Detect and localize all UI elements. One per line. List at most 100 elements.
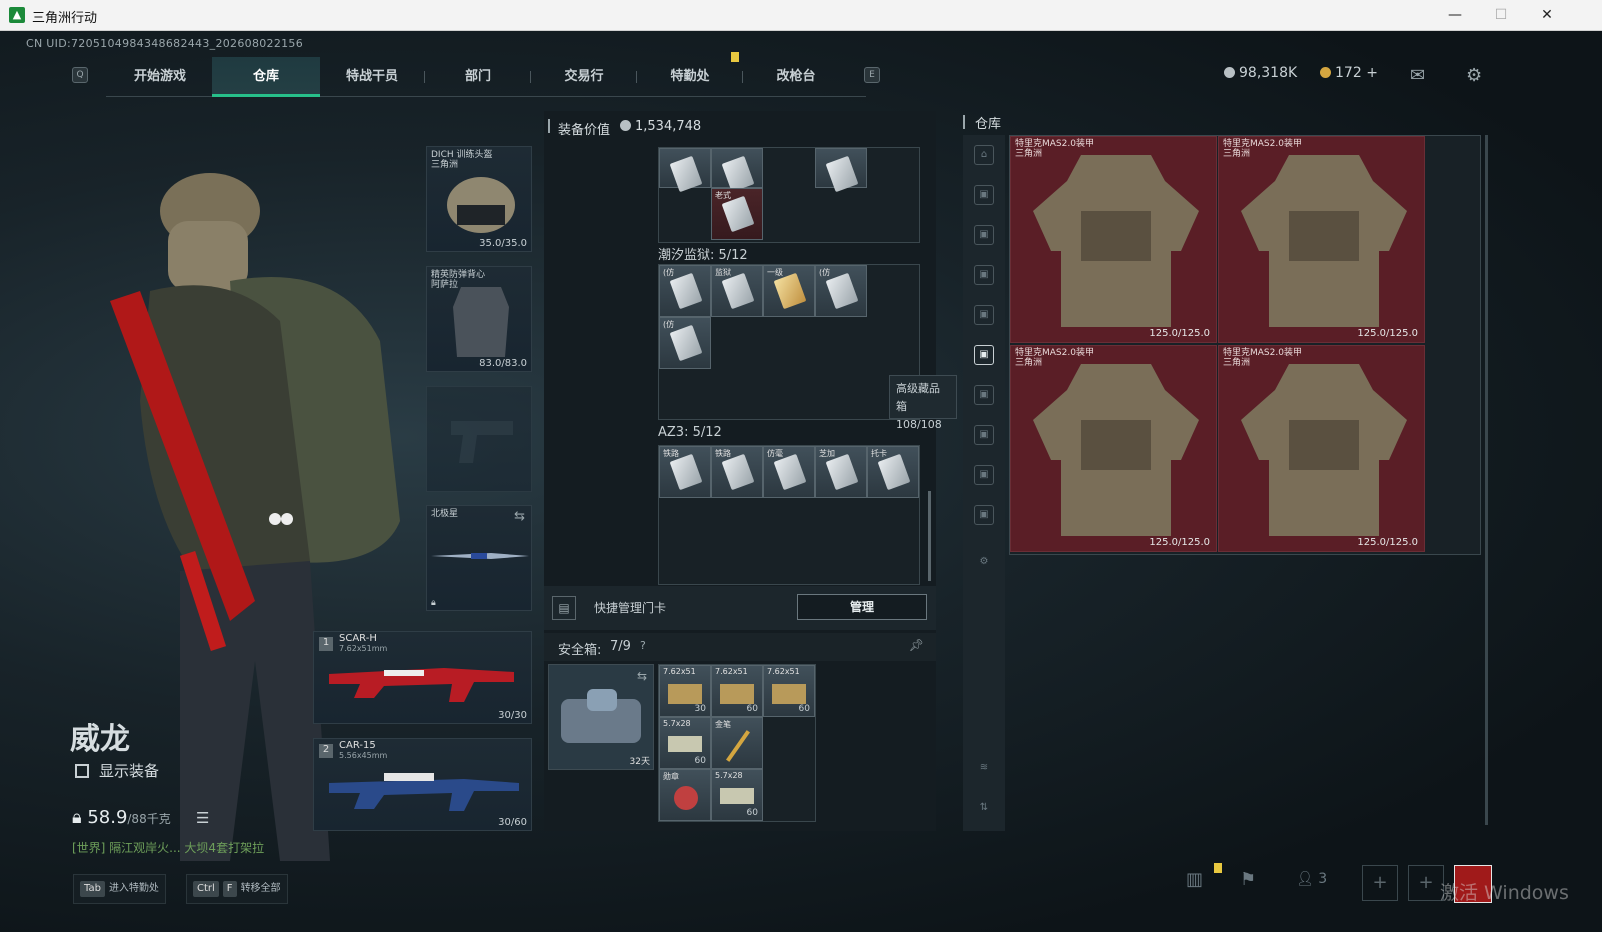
vest-image: [1033, 364, 1199, 536]
tab-warehouse[interactable]: 仓库: [212, 57, 320, 97]
gear-category-icon[interactable]: ▣: [974, 305, 994, 325]
vest-image: [453, 287, 509, 357]
swap-icon[interactable]: ⇆: [514, 509, 525, 524]
swap-icon[interactable]: ⇆: [637, 669, 647, 683]
keycard-item[interactable]: [711, 148, 763, 193]
armor-slot[interactable]: 精英防弹背心 阿萨拉 83.0/83.0: [426, 266, 532, 372]
minimize-button[interactable]: —: [1432, 0, 1478, 31]
safebox-days: 32天: [629, 757, 650, 767]
tab-operators[interactable]: 特战干员: [318, 57, 426, 97]
gear-category-icon[interactable]: ▣: [974, 225, 994, 245]
melee-slot[interactable]: 北极星 ⇆ 🔒︎: [426, 505, 532, 611]
keycard-item[interactable]: (仿: [815, 265, 867, 317]
scrollbar[interactable]: [1485, 135, 1488, 825]
gear-category-icon[interactable]: ▣: [974, 185, 994, 205]
weight-max: /88千克: [127, 812, 171, 826]
help-icon[interactable]: ?: [640, 639, 646, 652]
ammo-box-item[interactable]: 5.7x28 60: [711, 769, 763, 821]
invite-slot-button[interactable]: +: [1362, 865, 1398, 901]
header-bar: [963, 115, 965, 129]
backpack-grid-top[interactable]: 老式: [658, 147, 920, 243]
gear-category-icon[interactable]: ▣: [974, 265, 994, 285]
keycard-item[interactable]: 托卡: [867, 446, 919, 498]
tidal-prison-grid[interactable]: (仿 监狱 一级 (仿 (仿: [658, 264, 920, 420]
secondary-weapon-name: CAR-15 5.56x45mm: [339, 740, 388, 761]
tab-special-service[interactable]: 特勤处: [636, 57, 744, 97]
gold-pen-item[interactable]: 金笔: [711, 717, 763, 769]
settings-icon[interactable]: ⚙: [974, 553, 994, 573]
key-ctrl: Ctrl: [193, 881, 219, 897]
tab-trade[interactable]: 交易行: [530, 57, 638, 97]
ammo-box-item[interactable]: 7.62x51 30: [659, 665, 711, 717]
maximize-button[interactable]: ☐: [1478, 0, 1524, 31]
gear-category-icon[interactable]: ▣: [974, 505, 994, 525]
silver-currency[interactable]: 98,318K: [1224, 65, 1297, 81]
add-gold-button[interactable]: +: [1366, 65, 1378, 81]
gear-category-icon[interactable]: ▣: [974, 425, 994, 445]
gear-category-icon[interactable]: ▣: [974, 465, 994, 485]
keycard-item[interactable]: 芝加: [815, 446, 867, 498]
scrollbar[interactable]: [928, 491, 931, 581]
medal-item[interactable]: 勋章: [659, 769, 711, 821]
tab-start-game[interactable]: 开始游戏: [106, 57, 214, 97]
ammo-box-item[interactable]: 7.62x51 60: [711, 665, 763, 717]
mail-icon[interactable]: ✉: [1410, 65, 1425, 86]
pin-icon[interactable]: 📌︎: [909, 638, 924, 652]
safebox-header: 安全箱: 7/9 ? 📌︎: [544, 633, 936, 661]
list-icon[interactable]: ☰: [196, 809, 209, 827]
keycard-item[interactable]: 铁路: [711, 446, 763, 498]
close-button[interactable]: ✕: [1524, 0, 1570, 31]
helmet-category-icon[interactable]: ⌂: [974, 145, 994, 165]
secondary-weapon-slot[interactable]: 2 CAR-15 5.56x45mm 30/60: [313, 738, 532, 831]
transfer-all-hint[interactable]: Ctrl F 转移全部: [186, 874, 288, 904]
keycard-item[interactable]: (仿: [659, 265, 711, 317]
ammo-box-item[interactable]: 5.7x28 60: [659, 717, 711, 769]
quick-keycard-bar: ▤ 快捷管理门卡 管理: [544, 586, 936, 630]
weight-value: 58.9: [87, 807, 128, 828]
show-equipment-toggle[interactable]: 显示装备: [75, 760, 159, 781]
tab-department[interactable]: 部门: [424, 57, 532, 97]
keycard-item[interactable]: 铁路: [659, 446, 711, 498]
keycard-item[interactable]: [659, 148, 711, 193]
silver-coin-icon: [1224, 67, 1235, 78]
tab-gunsmith[interactable]: 改枪台: [742, 57, 850, 97]
keycard-item[interactable]: [815, 148, 867, 193]
ammo-box-item[interactable]: 7.62x51 60: [763, 665, 815, 717]
armor-category-icon[interactable]: ▣: [974, 345, 994, 365]
gold-coin-icon: [1320, 67, 1331, 78]
keycard-item[interactable]: 老式: [711, 188, 763, 240]
settings-gear-icon[interactable]: ⚙: [1466, 65, 1482, 86]
stats-icon[interactable]: ▥: [1186, 869, 1203, 890]
keycard-item[interactable]: (仿: [659, 317, 711, 369]
melee-label: 北极星: [431, 509, 459, 519]
enter-special-service-hint[interactable]: Tab 进入特勤处: [73, 874, 166, 904]
armor-vest-item[interactable]: 特里克MAS2.0装甲 三角洲 125.0/125.0: [1010, 136, 1217, 343]
keycard-item[interactable]: 仿毫: [763, 446, 815, 498]
keycard-item[interactable]: 监狱: [711, 265, 763, 317]
equip-value-label: 装备价值: [558, 123, 611, 138]
pistol-slot[interactable]: [426, 386, 532, 492]
operator-name: 威龙: [70, 722, 130, 757]
vest-image: [1241, 155, 1407, 327]
flag-icon[interactable]: ⚑: [1240, 869, 1256, 890]
primary-weapon-slot[interactable]: 1 SCAR-H 7.62x51mm 30/30: [313, 631, 532, 724]
invite-slot-button[interactable]: +: [1408, 865, 1444, 901]
gold-amount: 172: [1335, 65, 1362, 81]
helmet-slot[interactable]: DICH 训练头盔 三角洲 35.0/35.0: [426, 146, 532, 252]
keycard-item[interactable]: 一级: [763, 265, 815, 317]
gold-currency[interactable]: 172 +: [1320, 65, 1378, 81]
manage-button[interactable]: 管理: [797, 594, 927, 620]
gear-category-icon[interactable]: ▣: [974, 385, 994, 405]
az3-grid[interactable]: 铁路 铁路 仿毫 芝加 托卡: [658, 445, 920, 585]
safebox-slot[interactable]: ⇆ 32天: [548, 664, 654, 770]
sort-icon[interactable]: ⇅: [974, 799, 994, 819]
world-chat[interactable]: [世界] 隔江观岸火... 大坝4套打架拉: [72, 839, 264, 856]
safebox-grid[interactable]: 7.62x51 30 7.62x51 60 7.62x51 60 5.7x28 60 金…: [658, 664, 816, 822]
hint-label: 进入特勤处: [108, 883, 159, 894]
layers-icon[interactable]: ≋: [974, 759, 994, 779]
armor-vest-item[interactable]: 特里克MAS2.0装甲 三角洲 125.0/125.0: [1218, 345, 1425, 552]
armor-vest-item[interactable]: 特里克MAS2.0装甲 三角洲 125.0/125.0: [1010, 345, 1217, 552]
armor-vest-item[interactable]: 特里克MAS2.0装甲 三角洲 125.0/125.0: [1218, 136, 1425, 343]
warehouse-panel: 仓库 ⌂ ▣ ▣ ▣ ▣ ▣ ▣ ▣ ▣ ▣ ⚙ ≋ ⇅ 特里克MAS2.0装甲…: [963, 111, 1493, 831]
friends-button[interactable]: 👤︎ 3: [1296, 871, 1327, 887]
